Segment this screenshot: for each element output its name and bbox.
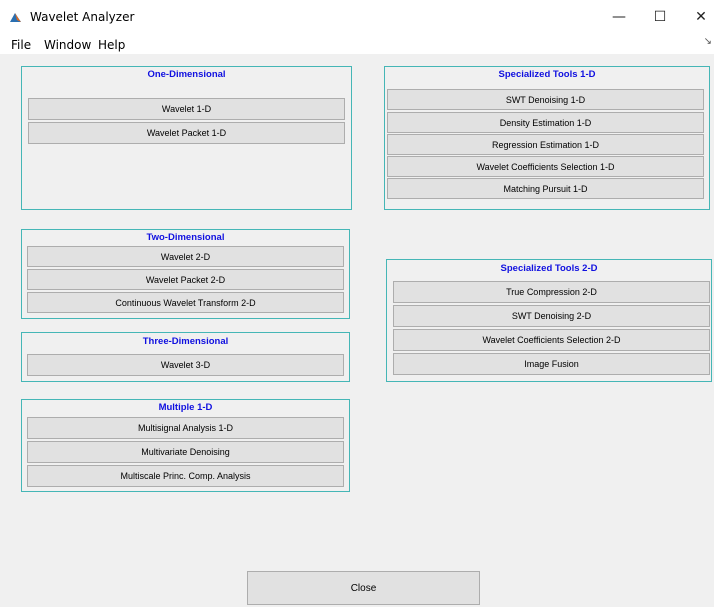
menu-file[interactable]: File [11,38,31,52]
wavelet-packet-2d-button[interactable]: Wavelet Packet 2-D [27,269,344,290]
title-bar: Wavelet Analyzer — ☐ ✕ [0,0,714,34]
panel-specialized-tools-2d: Specialized Tools 2-D True Compression 2… [386,259,712,382]
menu-help[interactable]: Help [98,38,125,52]
panel-two-dimensional: Two-Dimensional Wavelet 2-D Wavelet Pack… [21,229,350,319]
panel-title: One-Dimensional [147,69,226,80]
maximize-button[interactable]: ☐ [650,9,670,27]
wavelet-1d-button[interactable]: Wavelet 1-D [28,98,345,120]
matlab-logo-icon [9,11,22,24]
toolbar-overflow-icon[interactable]: ↘ [704,36,712,47]
multivariate-denoising-button[interactable]: Multivariate Denoising [27,441,344,463]
close-window-button[interactable]: ✕ [691,9,711,27]
close-button[interactable]: Close [247,571,480,605]
minimize-button[interactable]: — [609,9,629,27]
multiscale-pca-button[interactable]: Multiscale Princ. Comp. Analysis [27,465,344,487]
regression-estimation-1d-button[interactable]: Regression Estimation 1-D [387,134,704,155]
multisignal-analysis-1d-button[interactable]: Multisignal Analysis 1-D [27,417,344,439]
wavelet-coefficients-selection-2d-button[interactable]: Wavelet Coefficients Selection 2-D [393,329,710,351]
wavelet-3d-button[interactable]: Wavelet 3-D [27,354,344,376]
panel-specialized-tools-1d: Specialized Tools 1-D SWT Denoising 1-D … [384,66,710,210]
true-compression-2d-button[interactable]: True Compression 2-D [393,281,710,303]
menu-window[interactable]: Window [44,38,91,52]
menu-bar: File Window Help ↘ [0,34,714,54]
cwt-2d-button[interactable]: Continuous Wavelet Transform 2-D [27,292,344,313]
panel-title: Two-Dimensional [146,232,225,243]
panel-title: Specialized Tools 2-D [500,263,598,274]
panel-title: Specialized Tools 1-D [498,69,596,80]
swt-denoising-1d-button[interactable]: SWT Denoising 1-D [387,89,704,110]
density-estimation-1d-button[interactable]: Density Estimation 1-D [387,112,704,133]
panel-title: Multiple 1-D [158,402,213,413]
panel-one-dimensional: One-Dimensional Wavelet 1-D Wavelet Pack… [21,66,352,210]
wavelet-coefficients-selection-1d-button[interactable]: Wavelet Coefficients Selection 1-D [387,156,704,177]
image-fusion-button[interactable]: Image Fusion [393,353,710,375]
panel-multiple-1d: Multiple 1-D Multisignal Analysis 1-D Mu… [21,399,350,492]
wavelet-packet-1d-button[interactable]: Wavelet Packet 1-D [28,122,345,144]
matching-pursuit-1d-button[interactable]: Matching Pursuit 1-D [387,178,704,199]
panel-title: Three-Dimensional [142,336,229,347]
window-title: Wavelet Analyzer [30,10,135,24]
swt-denoising-2d-button[interactable]: SWT Denoising 2-D [393,305,710,327]
panel-three-dimensional: Three-Dimensional Wavelet 3-D [21,332,350,382]
wavelet-2d-button[interactable]: Wavelet 2-D [27,246,344,267]
